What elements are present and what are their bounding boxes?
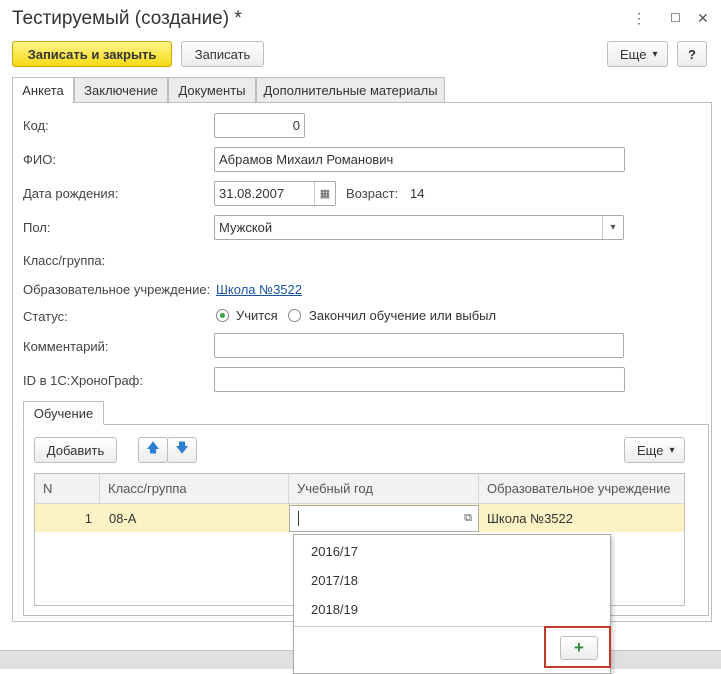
id-label: ID в 1С:ХроноГраф:	[23, 373, 143, 388]
calendar-icon[interactable]: ▦	[314, 182, 335, 205]
status-label: Статус:	[23, 309, 68, 324]
status-option-studying-label: Учится	[236, 308, 278, 323]
text-cursor	[298, 511, 299, 526]
open-icon[interactable]: ⧉	[464, 512, 472, 525]
birth-date-field[interactable]: 31.08.2007 ▦	[214, 181, 336, 206]
row-class: 08-А	[109, 510, 137, 526]
code-field[interactable]: 0	[214, 113, 305, 138]
birth-date-label: Дата рождения:	[23, 186, 119, 201]
gender-label: Пол:	[23, 220, 51, 235]
chevron-down-icon: ▾	[652, 48, 658, 60]
window-title: Тестируемый (создание) *	[12, 8, 242, 29]
maximize-icon[interactable]: ☐	[670, 11, 681, 25]
move-down-icon[interactable]: 🡇	[167, 437, 197, 463]
tab-additional-materials[interactable]: Дополнительные материалы	[256, 77, 445, 102]
add-icon[interactable]: +	[560, 636, 598, 660]
id-field[interactable]	[214, 367, 625, 392]
more-button-label: Еще	[620, 46, 647, 62]
tab-anketa[interactable]: Анкета	[12, 77, 74, 103]
education-more-label: Еще	[637, 442, 664, 458]
dropdown-item[interactable]: 2018/19	[311, 602, 358, 617]
tab-dokumenty[interactable]: Документы	[168, 77, 256, 102]
fio-field[interactable]: Абрамов Михаил Романович	[214, 147, 625, 172]
window-menu-icon[interactable]: ⋮	[632, 10, 646, 27]
comment-field[interactable]	[214, 333, 624, 358]
school-link[interactable]: Школа №3522	[216, 282, 302, 297]
school-label: Образовательное учреждение:	[23, 282, 211, 297]
year-input[interactable]: ⧉	[289, 505, 479, 532]
gender-select[interactable]: Мужской ▾	[214, 215, 624, 240]
status-radio-finished[interactable]	[288, 309, 301, 322]
birth-date-value: 31.08.2007	[219, 186, 285, 201]
column-header-school[interactable]: Образовательное учреждение	[479, 474, 684, 504]
table-row[interactable]: 1 08-А ⧉ Школа №3522	[35, 504, 684, 532]
column-header-year[interactable]: Учебный год	[289, 474, 479, 504]
row-number: 1	[84, 510, 92, 526]
class-label: Класс/группа:	[23, 253, 106, 268]
column-header-class[interactable]: Класс/группа	[100, 474, 289, 504]
column-header-n[interactable]: N	[35, 474, 100, 504]
comment-label: Комментарий:	[23, 339, 109, 354]
age-label: Возраст:	[346, 186, 399, 201]
more-button[interactable]: Еще ▾	[607, 41, 668, 67]
status-option-finished-label: Закончил обучение или выбыл	[309, 308, 497, 323]
education-more-button[interactable]: Еще ▾	[624, 437, 685, 463]
gender-value: Мужской	[219, 220, 273, 235]
dropdown-item[interactable]: 2017/18	[311, 573, 358, 588]
close-icon[interactable]: ✕	[697, 10, 709, 27]
chevron-down-icon[interactable]: ▾	[602, 216, 623, 239]
code-label: Код:	[23, 118, 49, 133]
fio-label: ФИО:	[23, 152, 56, 167]
tab-zaklyuchenie[interactable]: Заключение	[74, 77, 168, 102]
move-up-icon[interactable]: 🡅	[138, 437, 168, 463]
row-school: Школа №3522	[487, 510, 573, 526]
chevron-down-icon: ▾	[669, 444, 675, 456]
status-radio-studying[interactable]	[216, 309, 229, 322]
save-button[interactable]: Записать	[181, 41, 264, 67]
help-button[interactable]: ?	[677, 41, 707, 67]
dropdown-item[interactable]: 2016/17	[311, 544, 358, 559]
tab-education[interactable]: Обучение	[23, 401, 104, 425]
add-button[interactable]: Добавить	[34, 437, 117, 463]
age-value: 14	[410, 186, 425, 201]
save-and-close-button[interactable]: Записать и закрыть	[12, 41, 172, 67]
